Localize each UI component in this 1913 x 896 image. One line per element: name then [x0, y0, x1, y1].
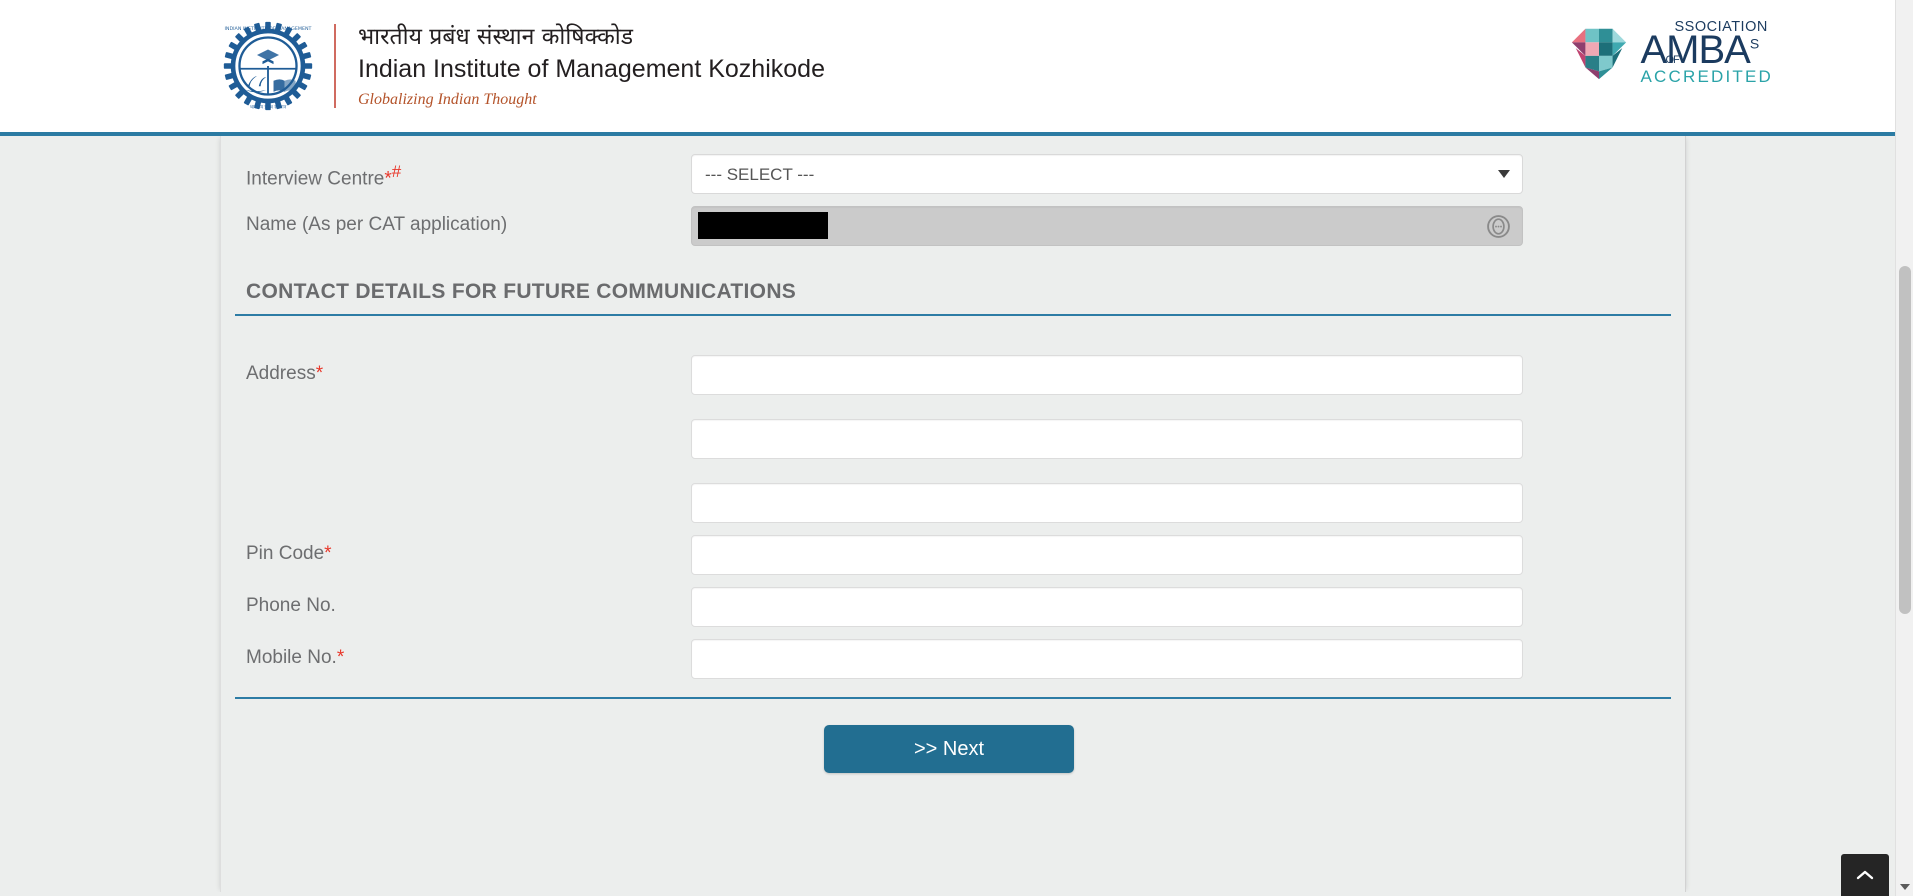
address-line2-input[interactable]: [691, 419, 1523, 459]
brand-text: भारतीय प्रबंध संस्थान कोषिक्कोड Indian I…: [358, 23, 825, 108]
required-asterisk: *: [384, 168, 392, 190]
brand-block: INDIAN INSTITUTE OF MANAGEMENT भारतीय प्…: [222, 20, 825, 112]
mobile-no-control: [691, 639, 1523, 679]
address-control: [691, 355, 1523, 523]
interview-centre-label: Interview Centre*#: [235, 154, 691, 192]
pin-code-label: Pin Code*: [235, 535, 691, 567]
form-row-address: Address*: [235, 355, 1671, 523]
interview-centre-select[interactable]: --- SELECT ---: [691, 154, 1523, 194]
institute-name-hindi: भारतीय प्रबंध संस्थान कोषिक्कोड: [358, 24, 634, 51]
address-label: Address*: [235, 355, 691, 387]
mobile-no-label-text: Mobile No.: [246, 647, 337, 668]
address-line1-input[interactable]: [691, 355, 1523, 395]
amba-a-letter: A: [1640, 27, 1667, 72]
application-form-container: Interview Centre*# --- SELECT --- Name (…: [220, 136, 1686, 892]
pin-code-control: [691, 535, 1523, 575]
name-control: [691, 206, 1523, 246]
required-asterisk: *: [315, 363, 324, 384]
form-row-pin-code: Pin Code*: [235, 535, 1671, 575]
mobile-no-input[interactable]: [691, 639, 1523, 679]
page-content-scroll-area: Interview Centre*# --- SELECT --- Name (…: [0, 136, 1895, 892]
browser-scrollbar[interactable]: [1895, 0, 1913, 896]
site-header: INDIAN INSTITUTE OF MANAGEMENT भारतीय प्…: [0, 0, 1895, 136]
name-input: [691, 206, 1523, 246]
section-heading-contact-details: CONTACT DETAILS FOR FUTURE COMMUNICATION…: [235, 280, 1671, 316]
hash-marker: #: [391, 162, 402, 181]
form-actions: >> Next: [235, 699, 1671, 773]
phone-no-label-text: Phone No.: [246, 595, 336, 616]
phone-no-label: Phone No.: [235, 587, 691, 619]
address-label-text: Address: [246, 363, 316, 384]
form-row-interview-centre: Interview Centre*# --- SELECT ---: [235, 136, 1671, 194]
interview-centre-control: --- SELECT ---: [691, 154, 1523, 194]
amba-diamond-icon: [1568, 21, 1630, 83]
pin-code-label-text: Pin Code: [246, 543, 325, 564]
pin-code-input[interactable]: [691, 535, 1523, 575]
interview-centre-label-text: Interview Centre: [246, 168, 385, 190]
form-row-mobile-no: Mobile No.*: [235, 639, 1671, 679]
phone-no-control: [691, 587, 1523, 627]
form-row-phone-no: Phone No.: [235, 587, 1671, 627]
amba-s-superscript: S: [1749, 35, 1760, 52]
required-asterisk: *: [324, 543, 332, 564]
institute-tagline: Globalizing Indian Thought: [358, 90, 537, 108]
name-label: Name (As per CAT application): [246, 214, 508, 235]
amba-main-text: A OF MBAS: [1640, 30, 1773, 70]
browser-viewport: INDIAN INSTITUTE OF MANAGEMENT भारतीय प्…: [0, 0, 1913, 896]
amba-wordmark: SSOCIATION A OF MBAS ACCREDITED: [1640, 20, 1773, 85]
iim-kozhikode-emblem-icon: INDIAN INSTITUTE OF MANAGEMENT भारतीय प्…: [222, 20, 314, 112]
scrollbar-down-arrow-icon[interactable]: [1900, 884, 1910, 890]
institute-name-english: Indian Institute of Management Kozhikode: [358, 55, 825, 84]
required-asterisk: *: [336, 647, 345, 668]
next-button[interactable]: >> Next: [824, 725, 1074, 773]
address-line3-input[interactable]: [691, 483, 1523, 523]
amba-of-text: OF: [1665, 53, 1679, 66]
amba-accreditation-logo: SSOCIATION A OF MBAS ACCREDITED: [1568, 20, 1773, 85]
svg-text:INDIAN INSTITUTE OF MANAGEMENT: INDIAN INSTITUTE OF MANAGEMENT: [225, 26, 312, 32]
scrollbar-thumb[interactable]: [1899, 266, 1911, 614]
scroll-to-top-button[interactable]: [1841, 854, 1889, 896]
chevron-up-icon: [1856, 869, 1874, 881]
mobile-no-label: Mobile No.*: [235, 639, 691, 671]
brand-divider: [334, 24, 336, 108]
form-row-name: Name (As per CAT application): [235, 206, 1671, 246]
phone-no-input[interactable]: [691, 587, 1523, 627]
